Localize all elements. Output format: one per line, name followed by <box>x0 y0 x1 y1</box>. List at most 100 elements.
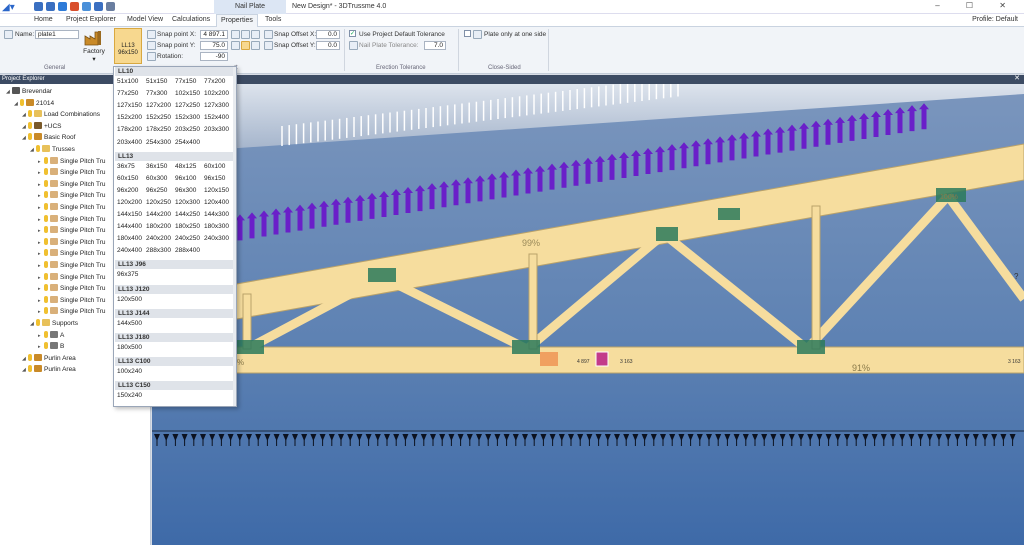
tree-item[interactable]: ◢ Load Combinations <box>22 110 100 120</box>
dropdown-option[interactable]: 178x250 <box>146 126 171 133</box>
visibility-bulb-icon[interactable] <box>44 226 48 234</box>
dropdown-option[interactable]: 60x150 <box>117 175 138 182</box>
dropdown-option[interactable]: 51x150 <box>146 78 167 85</box>
dropdown-option[interactable]: 127x150 <box>117 102 142 109</box>
tree-item[interactable]: ▸ Single Pitch Tru <box>38 226 106 236</box>
truss-drawing[interactable]: 99% 91% 4 897 3 163 3 163 100% % ? <box>152 84 1024 545</box>
dropdown-option[interactable]: 60x100 <box>204 163 225 170</box>
dropdown-option[interactable]: 203x300 <box>204 126 229 133</box>
tab-model-view[interactable]: Model View <box>127 16 163 23</box>
nail-plate[interactable] <box>368 268 396 282</box>
visibility-bulb-icon[interactable] <box>20 98 24 106</box>
nail-plate[interactable] <box>797 340 825 354</box>
tree-item[interactable]: ◢ Supports <box>30 319 78 329</box>
visibility-bulb-icon[interactable] <box>44 307 48 315</box>
tree-item[interactable]: ▸ Single Pitch Tru <box>38 203 106 213</box>
print-icon[interactable] <box>82 2 91 11</box>
tree-item[interactable]: ◢ Purlin Area <box>22 353 76 364</box>
dropdown-option[interactable]: 120x500 <box>117 296 142 303</box>
dropdown-option[interactable]: 178x200 <box>117 126 142 133</box>
visibility-bulb-icon[interactable] <box>44 284 48 292</box>
visibility-bulb-icon[interactable] <box>44 272 48 280</box>
dropdown-option[interactable]: 102x150 <box>175 90 200 97</box>
dropdown-option[interactable]: 127x250 <box>175 102 200 109</box>
dropdown-option[interactable]: 96x375 <box>117 271 138 278</box>
visibility-bulb-icon[interactable] <box>44 168 48 176</box>
visibility-bulb-icon[interactable] <box>28 110 32 118</box>
dropdown-option[interactable]: 240x400 <box>117 247 142 254</box>
redo-icon[interactable] <box>46 2 55 11</box>
tab-properties[interactable]: Properties <box>216 14 258 27</box>
visibility-bulb-icon[interactable] <box>44 249 48 257</box>
visibility-bulb-icon[interactable] <box>44 261 48 268</box>
tree-item[interactable]: ▸ Single Pitch Tru <box>38 295 106 306</box>
tree-item[interactable]: ▸ Single Pitch Tru <box>38 214 106 225</box>
window-controls[interactable]: – ☐ ✕ <box>935 1 1018 10</box>
align-bottom-icon[interactable] <box>251 41 260 50</box>
open-icon[interactable] <box>70 2 79 11</box>
tolerance-input[interactable]: 7.0 <box>424 41 446 50</box>
dropdown-option[interactable]: 150x240 <box>117 392 142 399</box>
dropdown-option[interactable]: 144x200 <box>146 211 171 218</box>
dropdown-option[interactable]: 288x300 <box>146 247 171 254</box>
visibility-bulb-icon[interactable] <box>44 191 48 199</box>
dropdown-option[interactable]: 144x400 <box>117 223 142 230</box>
close-icon[interactable]: ✕ <box>1014 75 1020 82</box>
align-middle-icon[interactable] <box>241 41 250 50</box>
dropdown-option[interactable]: 120x400 <box>204 199 229 206</box>
tree-item[interactable]: ◢ 21014 <box>14 98 54 109</box>
dropdown-option[interactable]: 180x300 <box>204 223 229 230</box>
visibility-bulb-icon[interactable] <box>28 353 32 361</box>
plate-size-dropdown[interactable]: LL10 51x100 51x150 77x150 77x200 77x250 77x300… <box>113 66 237 407</box>
tree-item[interactable]: ▸ Single Pitch Tru <box>38 191 106 201</box>
dropdown-option[interactable]: 36x150 <box>146 163 167 170</box>
dropdown-option[interactable]: 120x250 <box>146 199 171 206</box>
tree-item[interactable]: ▸ Single Pitch Tru <box>38 307 106 317</box>
dropdown-option[interactable]: 254x400 <box>175 139 200 146</box>
align-center-icon[interactable] <box>241 30 250 39</box>
dropdown-option[interactable]: 96x300 <box>175 187 196 194</box>
offset-y-input[interactable]: 0.0 <box>316 41 340 50</box>
dropdown-option[interactable]: 51x100 <box>117 78 138 85</box>
dropdown-option[interactable]: 203x400 <box>117 139 142 146</box>
tree-item[interactable]: ▸ Single Pitch Tru <box>38 261 106 271</box>
visibility-bulb-icon[interactable] <box>28 365 32 373</box>
dropdown-option[interactable]: 96x250 <box>146 187 167 194</box>
dropdown-option[interactable]: 120x300 <box>175 199 200 206</box>
dropdown-option[interactable]: 96x100 <box>175 175 196 182</box>
nail-plate[interactable] <box>656 227 678 241</box>
visibility-bulb-icon[interactable] <box>44 214 48 222</box>
dropdown-option[interactable]: 120x200 <box>117 199 142 206</box>
tree-item[interactable]: ▸ Single Pitch Tru <box>38 168 106 178</box>
layout-icon[interactable] <box>106 2 115 11</box>
snap-x-input[interactable]: 4 897.1 <box>200 30 228 39</box>
dropdown-option[interactable]: 180x400 <box>117 235 142 242</box>
dropdown-option[interactable]: 180x250 <box>175 223 200 230</box>
nail-plate-type-button[interactable]: LL13 96x150 <box>114 28 142 64</box>
visibility-bulb-icon[interactable] <box>44 179 48 187</box>
dropdown-option[interactable]: 203x250 <box>175 126 200 133</box>
visibility-bulb-icon[interactable] <box>36 145 40 152</box>
export-icon[interactable] <box>94 2 103 11</box>
tab-tools[interactable]: Tools <box>265 16 281 23</box>
dropdown-option[interactable]: 77x200 <box>204 78 225 85</box>
dropdown-option[interactable]: 48x125 <box>175 163 196 170</box>
dropdown-option[interactable]: 96x200 <box>117 187 138 194</box>
dropdown-option[interactable]: 102x200 <box>204 90 229 97</box>
dropdown-option[interactable]: 180x500 <box>117 344 142 351</box>
visibility-bulb-icon[interactable] <box>44 342 48 350</box>
tree-item[interactable]: ▸ Single Pitch Tru <box>38 237 106 248</box>
dropdown-option[interactable]: 152x200 <box>117 114 142 121</box>
dropdown-option[interactable]: 144x300 <box>204 211 229 218</box>
dropdown-option[interactable]: 288x400 <box>175 247 200 254</box>
dropdown-option[interactable]: 180x200 <box>146 223 171 230</box>
dropdown-option[interactable]: 144x150 <box>117 211 142 218</box>
align-left-icon[interactable] <box>231 30 240 39</box>
dropdown-option[interactable]: 144x250 <box>175 211 200 218</box>
tree-item[interactable]: ▸ Single Pitch Tru <box>38 272 106 283</box>
rotation-input[interactable]: -90 <box>200 52 228 61</box>
tree-item[interactable]: ◢ +UCS <box>22 121 62 132</box>
nail-plate[interactable] <box>718 208 740 220</box>
visibility-bulb-icon[interactable] <box>44 203 48 210</box>
nail-plate[interactable] <box>236 340 264 354</box>
